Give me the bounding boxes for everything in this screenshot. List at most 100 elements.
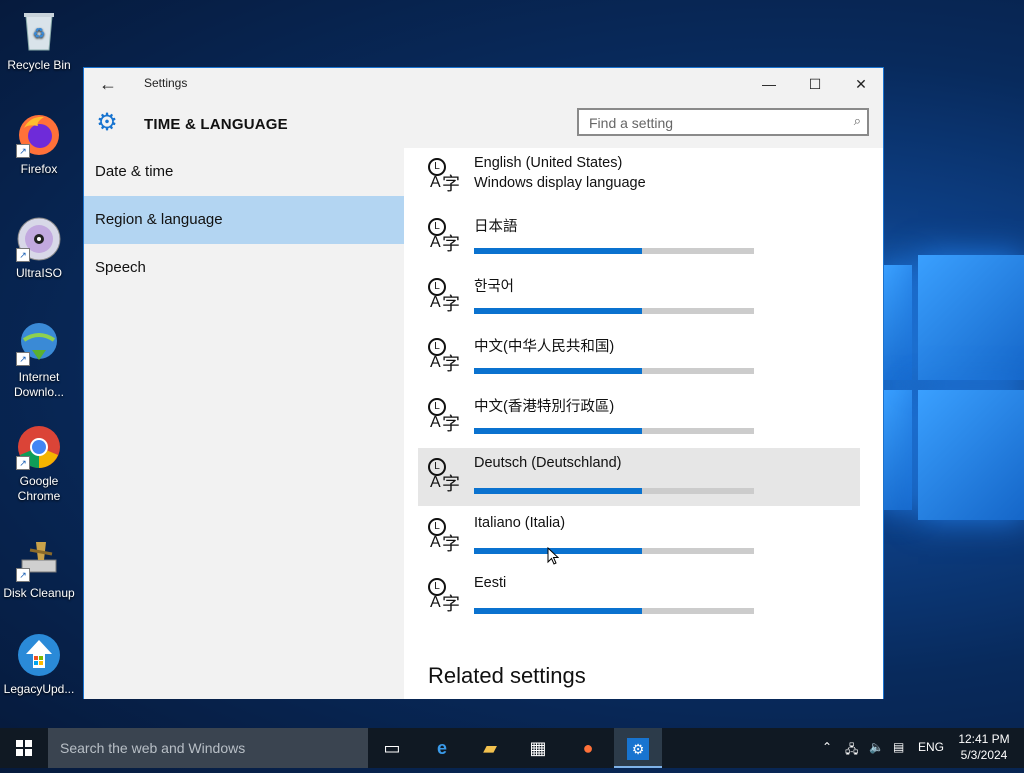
desktop-icon-label: LegacyUpd... (3, 682, 75, 696)
windows-logo-wallpaper (884, 255, 1024, 555)
language-name: Italiano (Italia) (474, 515, 566, 531)
chevron-up-icon[interactable]: ⌃ (822, 740, 832, 754)
window-title: Settings (144, 76, 188, 90)
desktop-icon-firefox[interactable]: ↗ Firefox (0, 112, 78, 177)
search-box[interactable]: ⌕ (577, 108, 869, 136)
language-item-english[interactable]: LA字 English (United States) Windows disp… (418, 148, 860, 206)
language-progress-bar (474, 488, 754, 494)
language-name: 中文(中华人民共和国) (474, 339, 615, 355)
start-button[interactable] (0, 728, 48, 768)
language-item-german[interactable]: LA字 Deutsch (Deutschland) (418, 448, 860, 506)
taskbar-search-placeholder: Search the web and Windows (60, 740, 246, 756)
language-progress-bar (474, 248, 754, 254)
language-item-estonian[interactable]: LA字 Eesti (418, 568, 860, 626)
language-name: Deutsch (Deutschland) (474, 455, 622, 471)
sidebar-item-region-language[interactable]: Region & language (84, 196, 404, 244)
desktop-icon-legacy-update[interactable]: LegacyUpd... (0, 632, 78, 697)
desktop-icon-disk-cleanup[interactable]: ↗ Disk Cleanup (0, 536, 78, 601)
desktop-icon-label: Disk Cleanup (3, 586, 75, 600)
language-icon: LA字 (428, 398, 464, 438)
language-icon: LA字 (428, 578, 464, 618)
svg-text:♻: ♻ (33, 25, 46, 41)
sidebar-item-date-time[interactable]: Date & time (84, 148, 404, 196)
language-icon: LA字 (428, 278, 464, 318)
firefox-icon: ● (582, 738, 594, 758)
language-progress-bar (474, 548, 754, 554)
language-name: Eesti (474, 575, 507, 591)
minimize-icon: — (762, 76, 776, 92)
chrome-icon: ↗ (16, 424, 62, 470)
desktop-icon-recycle-bin[interactable]: ♻ Recycle Bin (0, 8, 78, 73)
action-center-icon[interactable]: ▤ (893, 740, 904, 754)
maximize-button[interactable]: ☐ (792, 68, 838, 100)
task-view-button[interactable]: ▭ (368, 728, 416, 768)
desktop-icon-label: Firefox (20, 162, 58, 176)
shortcut-arrow-icon: ↗ (16, 352, 30, 366)
search-input[interactable] (587, 114, 841, 132)
close-button[interactable]: ✕ (838, 68, 884, 100)
minimize-button[interactable]: — (746, 68, 792, 100)
sidebar: Date & time Region & language Speech (84, 148, 404, 699)
settings-window: ← Settings — ☐ ✕ ⚙ TIME & LANGUAGE ⌕ Dat… (83, 67, 884, 699)
gear-icon: ⚙ (96, 109, 118, 136)
language-icon: LA字 (428, 218, 464, 258)
language-status: Windows display language (474, 175, 646, 191)
language-progress-bar (474, 368, 754, 374)
windows-start-icon (16, 740, 32, 756)
back-button[interactable]: ← (92, 72, 124, 96)
settings-taskbar-button[interactable]: ⚙ (614, 728, 662, 768)
language-name: 한국어 (474, 279, 515, 295)
language-item-chinese-simplified[interactable]: LA字 中文(中华人民共和国) (418, 328, 860, 386)
taskbar: Search the web and Windows ▭ e ▰ ▦ ● ⚙ ⌃… (0, 728, 1024, 768)
language-name: 中文(香港特別行政區) (474, 399, 615, 415)
clock-date: 5/3/2024 (960, 748, 1008, 762)
desktop-icon-internet-download-manager[interactable]: ↗ Internet Downlo... (0, 320, 78, 400)
folder-icon: ▰ (483, 738, 497, 758)
shortcut-arrow-icon: ↗ (16, 248, 30, 262)
system-clock[interactable]: 12:41 PM 5/3/2024 (952, 731, 1016, 763)
volume-muted-icon[interactable]: 🔈 (869, 740, 884, 754)
language-progress-bar (474, 428, 754, 434)
taskbar-search-box[interactable]: Search the web and Windows (48, 728, 368, 768)
settings-header: ⚙ TIME & LANGUAGE ⌕ (84, 100, 883, 148)
desktop-icon-google-chrome[interactable]: ↗ Google Chrome (0, 424, 78, 504)
ultraiso-icon: ↗ (16, 216, 62, 262)
clock-time: 12:41 PM (958, 732, 1010, 746)
desktop-icon-ultraiso[interactable]: ↗ UltraISO (0, 216, 78, 281)
file-explorer-button[interactable]: ▰ (466, 728, 514, 768)
search-icon: ⌕ (853, 113, 861, 128)
page-title: TIME & LANGUAGE (144, 116, 288, 133)
settings-gear-icon: ⚙ (627, 738, 649, 760)
shortcut-arrow-icon: ↗ (16, 144, 30, 158)
store-icon: ▦ (529, 738, 547, 758)
related-settings-heading: Related settings (428, 663, 586, 688)
language-icon: LA字 (428, 338, 464, 378)
desktop-icon-label: Google Chrome (17, 474, 61, 503)
desktop-icon-label: Recycle Bin (7, 58, 71, 72)
language-item-korean[interactable]: LA字 한국어 (418, 268, 860, 326)
language-progress-bar (474, 608, 754, 614)
shortcut-arrow-icon: ↗ (16, 456, 30, 470)
shortcut-arrow-icon: ↗ (16, 568, 30, 582)
language-item-japanese[interactable]: LA字 日本語 (418, 208, 860, 266)
mouse-cursor-icon (547, 547, 559, 565)
language-name: English (United States) (474, 155, 623, 171)
internet-download-manager-icon: ↗ (16, 320, 62, 366)
language-item-italian[interactable]: LA字 Italiano (Italia) (418, 508, 860, 566)
language-item-chinese-hongkong[interactable]: LA字 中文(香港特別行政區) (418, 388, 860, 446)
network-icon[interactable]: 🖧 (845, 740, 858, 761)
input-language-indicator[interactable]: ENG (918, 740, 944, 754)
edge-button[interactable]: e (418, 728, 466, 768)
close-icon: ✕ (855, 76, 867, 92)
language-list: LA字 English (United States) Windows disp… (404, 148, 883, 699)
sidebar-item-speech[interactable]: Speech (84, 244, 404, 292)
language-progress-bar (474, 308, 754, 314)
legacy-update-icon (16, 632, 62, 678)
desktop-icon-label: UltraISO (15, 266, 62, 280)
store-button[interactable]: ▦ (514, 728, 562, 768)
firefox-icon: ↗ (16, 112, 62, 158)
firefox-taskbar-button[interactable]: ● (564, 728, 612, 768)
recycle-bin-icon: ♻ (16, 8, 62, 54)
edge-icon: e (436, 738, 447, 758)
language-icon: LA字 (428, 518, 464, 558)
